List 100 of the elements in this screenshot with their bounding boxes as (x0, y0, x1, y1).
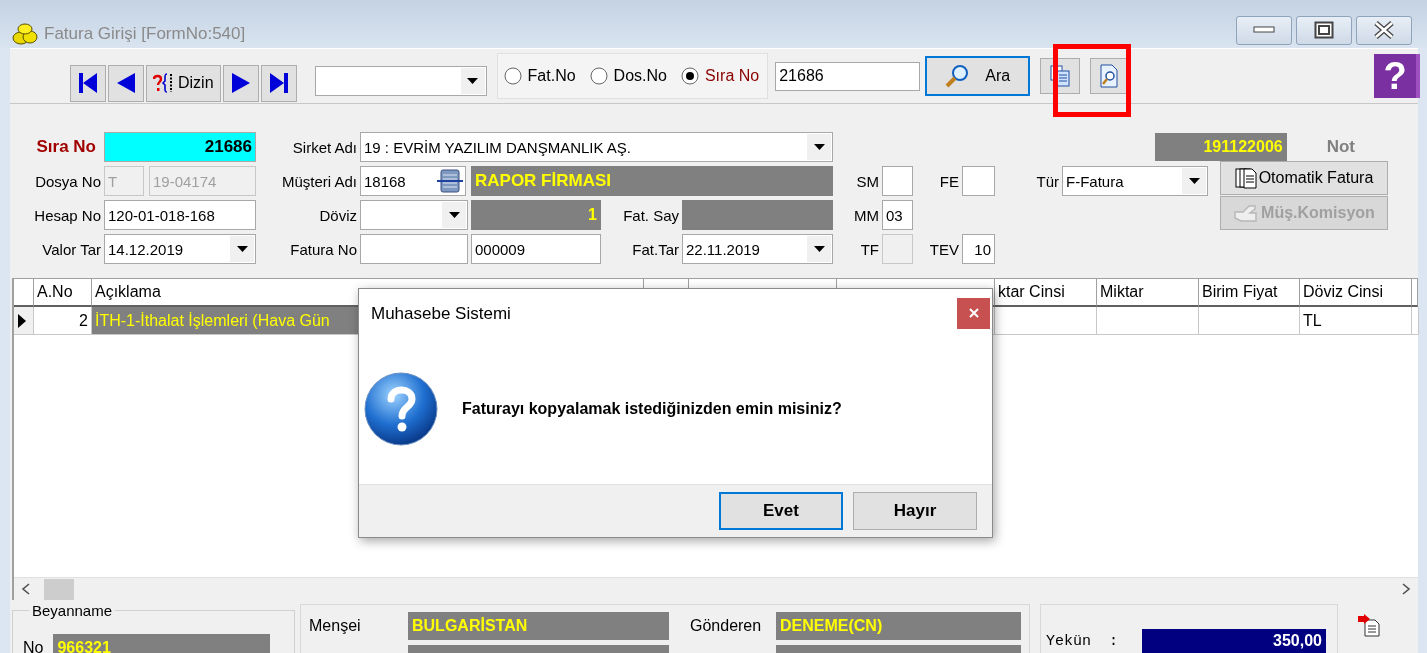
index-button[interactable]: Dizin (146, 64, 221, 102)
maximize-icon (1314, 21, 1334, 39)
first-button[interactable] (70, 64, 106, 102)
copy-button[interactable] (1040, 58, 1081, 94)
field-label: Fatura No (290, 240, 358, 258)
previous-icon (115, 72, 137, 94)
copy-icon (1050, 65, 1071, 87)
scrollbar-thumb[interactable] (44, 578, 74, 600)
close-button[interactable] (957, 297, 990, 329)
rate-display: 1 (471, 200, 601, 230)
invoice-date-dropdown[interactable]: 22.11.2019 (682, 234, 833, 264)
value-date-dropdown[interactable]: 14.12.2019 (104, 234, 256, 264)
fe-field[interactable] (962, 166, 995, 196)
table-cell: TL (1300, 307, 1412, 335)
minimize-icon (1253, 26, 1275, 34)
field-label: TF (860, 240, 880, 258)
search-option[interactable]: Fat.No (503, 67, 576, 85)
invoice-number-field[interactable]: 000009 (471, 234, 601, 264)
maximize-button[interactable] (1296, 15, 1352, 45)
radio-button[interactable] (589, 67, 608, 85)
help-button[interactable]: ? (1374, 54, 1420, 98)
dialog-title: Muhasebe Sistemi (371, 304, 511, 324)
search-option[interactable]: Dos.No (589, 67, 667, 85)
field-label: Fat. Say (623, 206, 680, 224)
company-dropdown[interactable]: 19 : EVRİM YAZILIM DANŞMANLIK AŞ. (360, 132, 833, 162)
field-label: Fat.Tar (632, 240, 680, 258)
field-label: MM (854, 206, 880, 224)
window-title: Fatura Girişi [FormNo:540] (44, 24, 246, 44)
field-label: No (23, 639, 44, 653)
field-label: FE (939, 172, 960, 190)
close-icon (1373, 21, 1395, 39)
mm-field[interactable]: 03 (882, 200, 913, 230)
row-pointer-icon (17, 312, 27, 329)
prev-button[interactable] (108, 64, 144, 102)
question-icon (362, 369, 440, 448)
field-label: TEV (929, 240, 960, 258)
field-label: Sıra No (36, 137, 97, 157)
type-dropdown[interactable]: F-Fatura (1062, 166, 1208, 196)
scroll-right-icon[interactable] (1400, 582, 1412, 596)
close-icon (968, 308, 979, 318)
field-label: Menşei (309, 617, 362, 635)
field-label: Hesap No (34, 206, 102, 224)
caret-icon (236, 246, 248, 252)
document-arrow-icon[interactable] (1357, 614, 1381, 638)
field-label: Sirket Adı (292, 138, 358, 156)
caret-icon (467, 78, 479, 84)
code-display: 191122006 (1154, 133, 1287, 161)
field-label: Dosya No (35, 172, 102, 190)
sm-field[interactable] (882, 166, 913, 196)
caret-icon (448, 212, 460, 218)
column-header[interactable]: Döviz Cinsi (1300, 279, 1412, 307)
scroll-left-icon[interactable] (20, 582, 32, 596)
dialog-message: Faturayı kopyalamak istediğinizden emin misiniz? (462, 399, 842, 418)
document-search-icon (1099, 64, 1120, 88)
radio-button[interactable] (503, 67, 522, 85)
list-icon (436, 169, 464, 193)
close-button[interactable] (1356, 15, 1412, 45)
documents-icon (1234, 167, 1257, 189)
column-header[interactable] (1412, 279, 1418, 307)
table-cell (1412, 307, 1419, 335)
sender-display: DENEME(CN) (776, 612, 1021, 640)
next-icon (229, 72, 252, 94)
column-header[interactable]: ktar Cinsi (995, 279, 1097, 307)
yes-button[interactable]: Evet (719, 492, 843, 530)
sequence-field[interactable]: 21686 (104, 132, 256, 162)
invoice-series-field[interactable] (360, 234, 468, 264)
field-label: Tür (1036, 172, 1060, 190)
auto-invoice-button[interactable]: Otomatik Fatura (1220, 161, 1388, 195)
radio-button[interactable] (680, 67, 699, 85)
field-label: SM (856, 172, 880, 190)
column-header[interactable]: Miktar (1097, 279, 1199, 307)
account-field[interactable]: 120-01-018-168 (104, 200, 256, 230)
search-button[interactable]: Ara (925, 56, 1031, 96)
search-field[interactable]: 21686 (775, 61, 921, 91)
preview-button[interactable] (1090, 58, 1129, 94)
last-button[interactable] (260, 64, 297, 102)
field-label: Valor Tar (42, 240, 102, 258)
customer-code-field[interactable]: 18168 (360, 166, 466, 196)
field-label: Müşteri Adı (281, 172, 358, 190)
note-label: Not (1326, 137, 1355, 157)
search-option[interactable]: Sıra No (680, 67, 760, 85)
customer-name-display: RAPOR FİRMASI (471, 166, 833, 196)
coins-icon (12, 22, 38, 46)
column-header[interactable]: Birim Fiyat (1199, 279, 1300, 307)
field-label: Döviz (319, 206, 358, 224)
column-header[interactable]: A.No (34, 279, 92, 307)
hand-icon (1233, 202, 1260, 224)
caret-icon (813, 246, 825, 252)
index-icon (153, 73, 175, 93)
no-button[interactable]: Hayır (853, 492, 977, 530)
total-display: 350,00 (1142, 628, 1326, 653)
next-button[interactable] (222, 64, 259, 102)
tev-field[interactable]: 10 (962, 234, 995, 264)
origin-display: BULGARİSTAN (408, 612, 669, 640)
caret-icon (1188, 178, 1200, 184)
search-icon (945, 64, 970, 88)
last-record-icon (267, 72, 290, 94)
first-record-icon (77, 72, 99, 94)
caret-icon (813, 144, 825, 150)
field-label: Yekün : (1046, 632, 1119, 650)
